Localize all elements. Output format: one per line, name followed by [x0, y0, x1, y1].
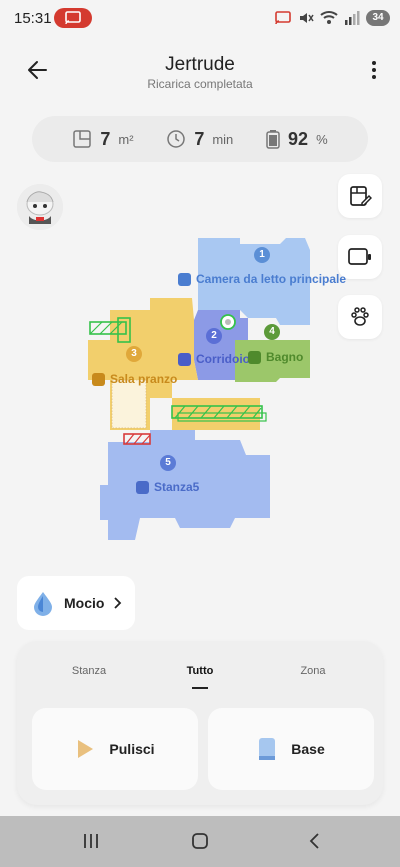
clock-icon — [167, 130, 186, 148]
room-number-3: 3 — [126, 346, 142, 362]
room-number-1: 1 — [254, 247, 270, 263]
cast-icon — [275, 11, 291, 25]
base-label: Base — [291, 741, 325, 757]
cleaning-stats: 7 m² 7 min 92 % — [32, 116, 368, 162]
mode-label: Mocio — [64, 595, 105, 611]
room-label-corridor[interactable]: Corridoio — [178, 352, 250, 366]
stat-time-unit: min — [212, 131, 234, 147]
room-name-5: Stanza5 — [154, 480, 200, 494]
dining-icon — [92, 372, 105, 386]
signal-icon — [345, 11, 360, 25]
stat-area-unit: m² — [118, 131, 134, 147]
play-icon — [78, 740, 94, 758]
cast-icon — [65, 11, 81, 25]
device-title: Jertrude — [165, 54, 235, 75]
mop-mode-button[interactable]: Mocio — [17, 576, 135, 630]
door-icon — [178, 352, 191, 366]
room-dining-strip[interactable] — [172, 398, 260, 430]
room-number-2: 2 — [206, 328, 222, 344]
clean-label: Pulisci — [109, 741, 155, 757]
bathtub-icon — [248, 350, 261, 364]
room-name-bedroom: Camera da letto principale — [196, 272, 347, 286]
stat-battery: 92 % — [266, 129, 328, 150]
stat-area-value: 7 — [100, 128, 111, 149]
cleaning-map[interactable]: 1 Camera da letto principale 2 Corridoio… — [80, 230, 360, 560]
mute-icon — [300, 13, 314, 23]
room-name-bath: Bagno — [266, 350, 304, 364]
stat-battery-value: 92 — [288, 128, 309, 149]
robot-avatar[interactable] — [17, 184, 63, 230]
room-name-dining: Sala pranzo — [110, 372, 178, 386]
recent-apps-icon[interactable] — [82, 832, 100, 850]
room-label-bedroom[interactable]: Camera da letto principale — [178, 272, 346, 286]
room-name-corridor: Corridoio — [196, 352, 250, 366]
status-bar: 15:31 34 — [0, 0, 400, 36]
room-label-5[interactable]: Stanza5 — [136, 480, 199, 494]
more-options-icon[interactable] — [370, 58, 378, 82]
room-label-bath[interactable]: Bagno — [248, 350, 303, 364]
battery-level: 34 — [366, 10, 390, 26]
water-drop-icon — [34, 592, 52, 616]
room-number-5: 5 — [160, 455, 176, 471]
area-icon — [73, 130, 92, 148]
tab-tutto[interactable]: Tutto — [150, 665, 250, 689]
stat-time-value: 7 — [194, 128, 205, 149]
chevron-right-icon — [114, 597, 122, 609]
home-button-icon[interactable] — [191, 832, 209, 850]
stat-time: 7 min — [166, 129, 233, 150]
app-header: Jertrude Ricarica completata — [0, 40, 400, 100]
status-time: 15:31 — [14, 10, 52, 27]
active-tab-indicator — [192, 687, 208, 689]
room-number-4: 4 — [264, 324, 280, 340]
wifi-icon — [320, 11, 338, 24]
nav-back-icon[interactable] — [306, 832, 324, 850]
stat-battery-unit: % — [316, 131, 328, 147]
battery-icon — [266, 130, 280, 149]
stat-area: 7 m² — [72, 128, 134, 150]
carpet-area — [111, 379, 147, 429]
screen-cast-indicator — [54, 8, 92, 28]
edit-map-button[interactable] — [338, 174, 382, 218]
system-nav-bar — [0, 816, 400, 867]
tab-stanza[interactable]: Stanza — [39, 665, 139, 677]
home-icon — [136, 480, 149, 494]
base-button[interactable]: Base — [208, 708, 374, 790]
tab-zona[interactable]: Zona — [263, 665, 363, 677]
device-status: Ricarica completata — [147, 77, 253, 91]
bed-icon — [178, 272, 191, 286]
room-label-dining[interactable]: Sala pranzo — [92, 372, 177, 386]
avatar-image — [17, 184, 63, 230]
tab-tutto-label: Tutto — [186, 665, 214, 677]
dock-icon — [259, 738, 276, 760]
edit-map-icon — [350, 186, 372, 206]
scope-tabs: Stanza Tutto Zona — [17, 665, 383, 695]
control-panel: Stanza Tutto Zona Pulisci Base — [17, 641, 383, 805]
clean-button[interactable]: Pulisci — [32, 708, 198, 790]
